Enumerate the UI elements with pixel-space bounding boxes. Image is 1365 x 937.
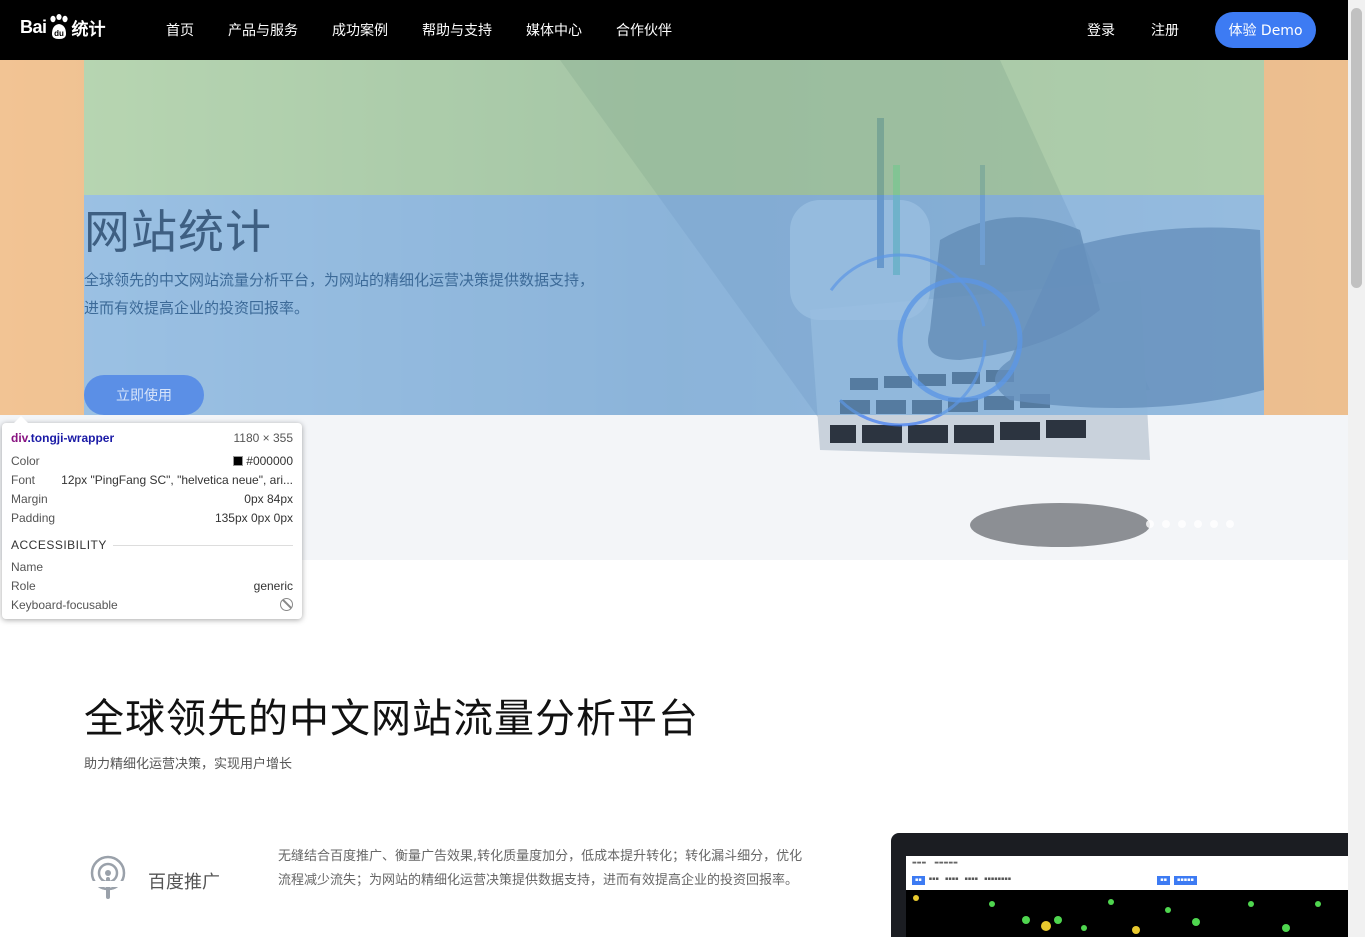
screenshot-toolbar: ▪▪ ▪▪▪ ▪▪▪▪ ▪▪▪▪ ▪▪▪▪▪▪▪▪ ▪▪ ▪▪▪▪▪ bbox=[912, 876, 1342, 885]
feature-name: 百度推广 bbox=[148, 872, 220, 893]
tooltip-row-font: Font 12px "PingFang SC", "helvetica neue… bbox=[11, 473, 293, 487]
feature-description: 无缝结合百度推广、衡量广告效果,转化质量度加分，低成本提升转化；转化漏斗细分，优… bbox=[278, 849, 803, 888]
baidu-tongji-logo[interactable]: Bai du 统计 bbox=[20, 14, 106, 40]
inspector-margin-right-overlay bbox=[1264, 60, 1348, 415]
nav-link-cases[interactable]: 成功案例 bbox=[332, 20, 388, 40]
tooltip-row-keyboard-focusable: Keyboard-focusable bbox=[11, 598, 293, 612]
carousel-dot[interactable] bbox=[1162, 520, 1170, 528]
element-selector: div.tongji-wrapper bbox=[11, 431, 115, 445]
not-focusable-icon bbox=[280, 598, 293, 611]
top-nav: Bai du 统计 首页 产品与服务 成功案例 帮助与支持 媒体中心 合作伙伴 … bbox=[0, 0, 1348, 60]
element-dimensions: 1180 × 355 bbox=[233, 431, 293, 445]
nav-actions: 登录 注册 体验 Demo bbox=[1087, 12, 1316, 48]
hero-title: 网站统计 bbox=[84, 205, 272, 259]
carousel-dot[interactable] bbox=[1194, 520, 1202, 528]
start-using-button[interactable]: 立即使用 bbox=[84, 375, 204, 415]
nav-link-products[interactable]: 产品与服务 bbox=[228, 20, 298, 40]
product-screenshot: ▬▬▬ ▬▬▬▬▬ ▪▪ ▪▪▪ ▪▪▪▪ ▪▪▪▪ ▪▪▪▪▪▪▪▪ ▪▪ ▪▪▪… bbox=[891, 833, 1348, 937]
carousel-dot[interactable] bbox=[1210, 520, 1218, 528]
screenshot-tabs: ▬▬▬ ▬▬▬▬▬ bbox=[912, 860, 958, 866]
carousel-dots bbox=[1146, 520, 1242, 528]
accessibility-heading: ACCESSIBILITY bbox=[11, 538, 293, 552]
tooltip-header: div.tongji-wrapper 1180 × 355 bbox=[11, 431, 293, 445]
tooltip-arrow bbox=[14, 416, 28, 423]
svg-text:du: du bbox=[54, 29, 64, 38]
signal-broadcast-icon bbox=[88, 855, 128, 905]
logo-text: Bai bbox=[20, 16, 47, 37]
carousel-dot[interactable] bbox=[1146, 520, 1154, 528]
devtools-inspector-tooltip: div.tongji-wrapper 1180 × 355 Color #000… bbox=[2, 416, 302, 619]
main-nav: 首页 产品与服务 成功案例 帮助与支持 媒体中心 合作伙伴 bbox=[166, 0, 706, 60]
nav-link-home[interactable]: 首页 bbox=[166, 20, 194, 40]
carousel-dot[interactable] bbox=[1226, 520, 1234, 528]
nav-link-help[interactable]: 帮助与支持 bbox=[422, 20, 492, 40]
tooltip-row-padding: Padding 135px 0px 0px bbox=[11, 511, 293, 525]
product-screenshot-content: ▬▬▬ ▬▬▬▬▬ ▪▪ ▪▪▪ ▪▪▪▪ ▪▪▪▪ ▪▪▪▪▪▪▪▪ ▪▪ ▪▪▪… bbox=[906, 856, 1348, 937]
tooltip-row-color: Color #000000 bbox=[11, 454, 293, 468]
login-link[interactable]: 登录 bbox=[1087, 20, 1115, 40]
demo-button[interactable]: 体验 Demo bbox=[1215, 12, 1316, 48]
hero-description: 全球领先的中文网站流量分析平台，为网站的精细化运营决策提供数据支持，进而有效提高… bbox=[84, 271, 595, 317]
scrollbar-thumb[interactable] bbox=[1351, 8, 1362, 288]
tooltip-row-margin: Margin 0px 84px bbox=[11, 492, 293, 506]
inspector-padding-overlay bbox=[84, 60, 1264, 195]
paw-icon: du bbox=[48, 14, 70, 40]
nav-link-partners[interactable]: 合作伙伴 bbox=[616, 20, 672, 40]
section-subtitle: 助力精细化运营决策，实现用户增长 bbox=[84, 757, 293, 772]
page-scrollbar[interactable] bbox=[1348, 0, 1365, 937]
nav-link-media[interactable]: 媒体中心 bbox=[526, 20, 582, 40]
page: Bai du 统计 首页 产品与服务 成功案例 帮助与支持 媒体中心 合作伙伴 … bbox=[0, 0, 1365, 937]
carousel-dot[interactable] bbox=[1178, 520, 1186, 528]
tooltip-row-name: Name bbox=[11, 560, 44, 574]
color-swatch bbox=[233, 456, 244, 466]
logo-suffix: 统计 bbox=[71, 19, 106, 40]
heatmap-preview bbox=[906, 890, 1348, 937]
register-link[interactable]: 注册 bbox=[1151, 20, 1179, 40]
tooltip-row-role: Role generic bbox=[11, 579, 293, 593]
section-title: 全球领先的中文网站流量分析平台 bbox=[84, 696, 699, 742]
inspector-margin-left-overlay bbox=[0, 60, 84, 415]
